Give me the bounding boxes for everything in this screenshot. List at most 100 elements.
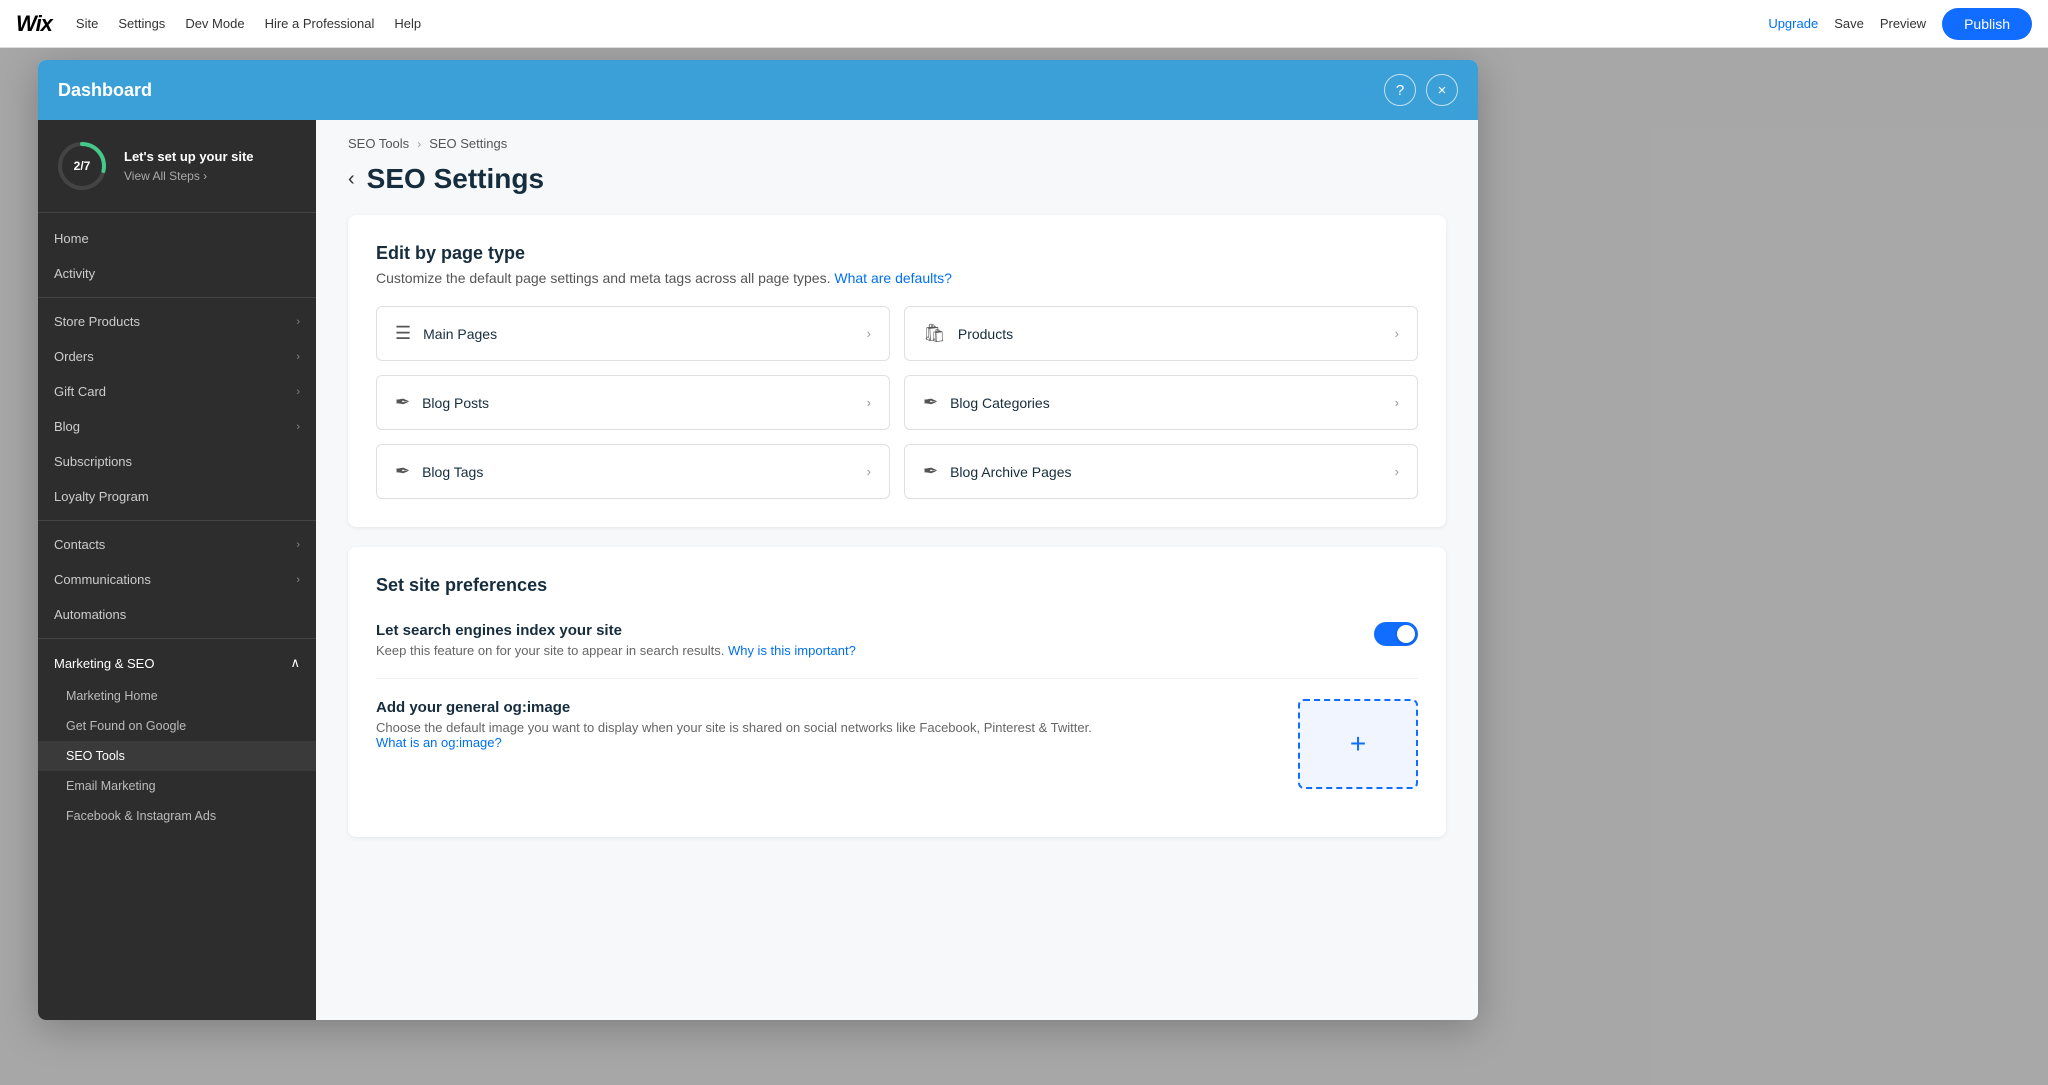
sidebar-item-contacts[interactable]: Contacts ›	[38, 527, 316, 562]
sidebar-item-automations[interactable]: Automations	[38, 597, 316, 632]
top-bar: Wix Site Settings Dev Mode Hire a Profes…	[0, 0, 2048, 48]
what-are-defaults-link[interactable]: What are defaults?	[834, 270, 952, 286]
sidebar-item-store-products[interactable]: Store Products ›	[38, 304, 316, 339]
site-preferences-card: Set site preferences Let search engines …	[348, 547, 1446, 837]
page-type-blog-posts[interactable]: ✒ Blog Posts ›	[376, 375, 890, 430]
edit-page-type-title: Edit by page type	[376, 243, 1418, 264]
blog-categories-icon: ✒	[923, 392, 938, 413]
blog-tags-label: Blog Tags	[422, 464, 483, 480]
chevron-right-icon: ›	[296, 316, 300, 328]
chevron-up-icon: ∧	[290, 655, 300, 671]
main-content: SEO Tools › SEO Settings ‹ SEO Settings …	[316, 120, 1478, 1020]
edit-by-page-type-card: Edit by page type Customize the default …	[348, 215, 1446, 527]
page-type-grid: ☰ Main Pages › 🛍 Products ›	[376, 306, 1418, 499]
sidebar-item-loyalty-program[interactable]: Loyalty Program	[38, 479, 316, 514]
sidebar-item-blog[interactable]: Blog ›	[38, 409, 316, 444]
sidebar-divider-2	[38, 520, 316, 521]
chevron-right-icon: ›	[1395, 395, 1399, 410]
upgrade-button[interactable]: Upgrade	[1768, 16, 1818, 31]
close-button[interactable]: ×	[1426, 74, 1458, 106]
nav-dev-mode[interactable]: Dev Mode	[185, 16, 244, 31]
header-actions: ? ×	[1384, 74, 1458, 106]
publish-button[interactable]: Publish	[1942, 8, 2032, 40]
sidebar-sub-facebook-instagram[interactable]: Facebook & Instagram Ads	[38, 801, 316, 831]
page-type-products[interactable]: 🛍 Products ›	[904, 306, 1418, 361]
progress-section: 2/7 Let's set up your site View All Step…	[38, 120, 316, 213]
progress-info: Let's set up your site View All Steps ›	[124, 149, 254, 184]
sidebar-item-gift-card[interactable]: Gift Card ›	[38, 374, 316, 409]
dashboard-body: 2/7 Let's set up your site View All Step…	[38, 120, 1478, 1020]
why-important-link[interactable]: Why is this important?	[728, 643, 856, 658]
sidebar-nav: Home Activity Store Products › Orders ›	[38, 213, 316, 839]
nav-site[interactable]: Site	[76, 16, 98, 31]
blog-archive-label: Blog Archive Pages	[950, 464, 1071, 480]
products-label: Products	[958, 326, 1013, 342]
sidebar-item-subscriptions[interactable]: Subscriptions	[38, 444, 316, 479]
blog-posts-label: Blog Posts	[422, 395, 489, 411]
index-toggle[interactable]	[1374, 622, 1418, 646]
page-type-main-pages[interactable]: ☰ Main Pages ›	[376, 306, 890, 361]
chevron-right-icon: ›	[296, 574, 300, 586]
help-button[interactable]: ?	[1384, 74, 1416, 106]
progress-text: 2/7	[74, 159, 91, 173]
sidebar-item-home[interactable]: Home	[38, 221, 316, 256]
preview-button[interactable]: Preview	[1880, 16, 1926, 31]
dashboard-title: Dashboard	[58, 80, 152, 101]
sidebar-item-orders[interactable]: Orders ›	[38, 339, 316, 374]
nav-hire[interactable]: Hire a Professional	[265, 16, 375, 31]
sidebar-sub-marketing-home[interactable]: Marketing Home	[38, 681, 316, 711]
og-image-link[interactable]: What is an og:image?	[376, 735, 502, 750]
top-bar-actions: Upgrade Save Preview Publish	[1768, 8, 2032, 40]
page-type-blog-categories[interactable]: ✒ Blog Categories ›	[904, 375, 1418, 430]
sidebar-sub-seo-tools[interactable]: SEO Tools	[38, 741, 316, 771]
chevron-right-icon: ›	[867, 464, 871, 479]
index-preference-item: Let search engines index your site Keep …	[376, 602, 1418, 679]
nav-help[interactable]: Help	[394, 16, 421, 31]
site-preferences-title: Set site preferences	[376, 575, 1418, 596]
marketing-seo-label: Marketing & SEO	[54, 656, 154, 671]
chevron-right-icon: ›	[867, 326, 871, 341]
sidebar-item-marketing-seo[interactable]: Marketing & SEO ∧	[38, 645, 316, 681]
breadcrumb: SEO Tools › SEO Settings	[316, 120, 1478, 159]
edit-page-type-subtitle: Customize the default page settings and …	[376, 270, 1418, 286]
back-button[interactable]: ‹	[348, 168, 355, 191]
nav-links: Site Settings Dev Mode Hire a Profession…	[76, 16, 1768, 31]
view-all-steps[interactable]: View All Steps ›	[124, 169, 254, 183]
og-image-desc: Choose the default image you want to dis…	[376, 720, 1278, 750]
page-title: SEO Settings	[367, 163, 544, 195]
chevron-right-icon: ›	[296, 539, 300, 551]
plus-icon: +	[1350, 728, 1366, 760]
sidebar-divider-1	[38, 297, 316, 298]
og-image-upload[interactable]: +	[1298, 699, 1418, 789]
chevron-right-icon: ›	[867, 395, 871, 410]
chevron-right-icon: ›	[296, 351, 300, 363]
page-type-blog-tags[interactable]: ✒ Blog Tags ›	[376, 444, 890, 499]
blog-tags-icon: ✒	[395, 461, 410, 482]
main-pages-label: Main Pages	[423, 326, 497, 342]
sidebar-sub-get-found-google[interactable]: Get Found on Google	[38, 711, 316, 741]
index-pref-desc: Keep this feature on for your site to ap…	[376, 643, 1358, 658]
blog-archive-icon: ✒	[923, 461, 938, 482]
nav-settings[interactable]: Settings	[118, 16, 165, 31]
breadcrumb-seo-tools[interactable]: SEO Tools	[348, 136, 409, 151]
main-pages-icon: ☰	[395, 323, 411, 344]
page-type-blog-archive[interactable]: ✒ Blog Archive Pages ›	[904, 444, 1418, 499]
setup-title: Let's set up your site	[124, 149, 254, 166]
breadcrumb-separator: ›	[417, 137, 421, 151]
blog-posts-icon: ✒	[395, 392, 410, 413]
og-image-title: Add your general og:image	[376, 699, 1278, 716]
page-title-bar: ‹ SEO Settings	[316, 159, 1478, 215]
chevron-right-icon: ›	[1395, 326, 1399, 341]
wix-logo: Wix	[16, 11, 52, 37]
sidebar-sub-email-marketing[interactable]: Email Marketing	[38, 771, 316, 801]
save-button[interactable]: Save	[1834, 16, 1864, 31]
index-pref-title: Let search engines index your site	[376, 622, 1358, 639]
chevron-right-icon: ›	[1395, 464, 1399, 479]
sidebar-item-activity[interactable]: Activity	[38, 256, 316, 291]
sidebar-item-communications[interactable]: Communications ›	[38, 562, 316, 597]
sidebar-divider-3	[38, 638, 316, 639]
breadcrumb-seo-settings[interactable]: SEO Settings	[429, 136, 507, 151]
chevron-right-icon: ›	[296, 386, 300, 398]
content-area: Edit by page type Customize the default …	[316, 215, 1478, 889]
dashboard-header: Dashboard ? ×	[38, 60, 1478, 120]
